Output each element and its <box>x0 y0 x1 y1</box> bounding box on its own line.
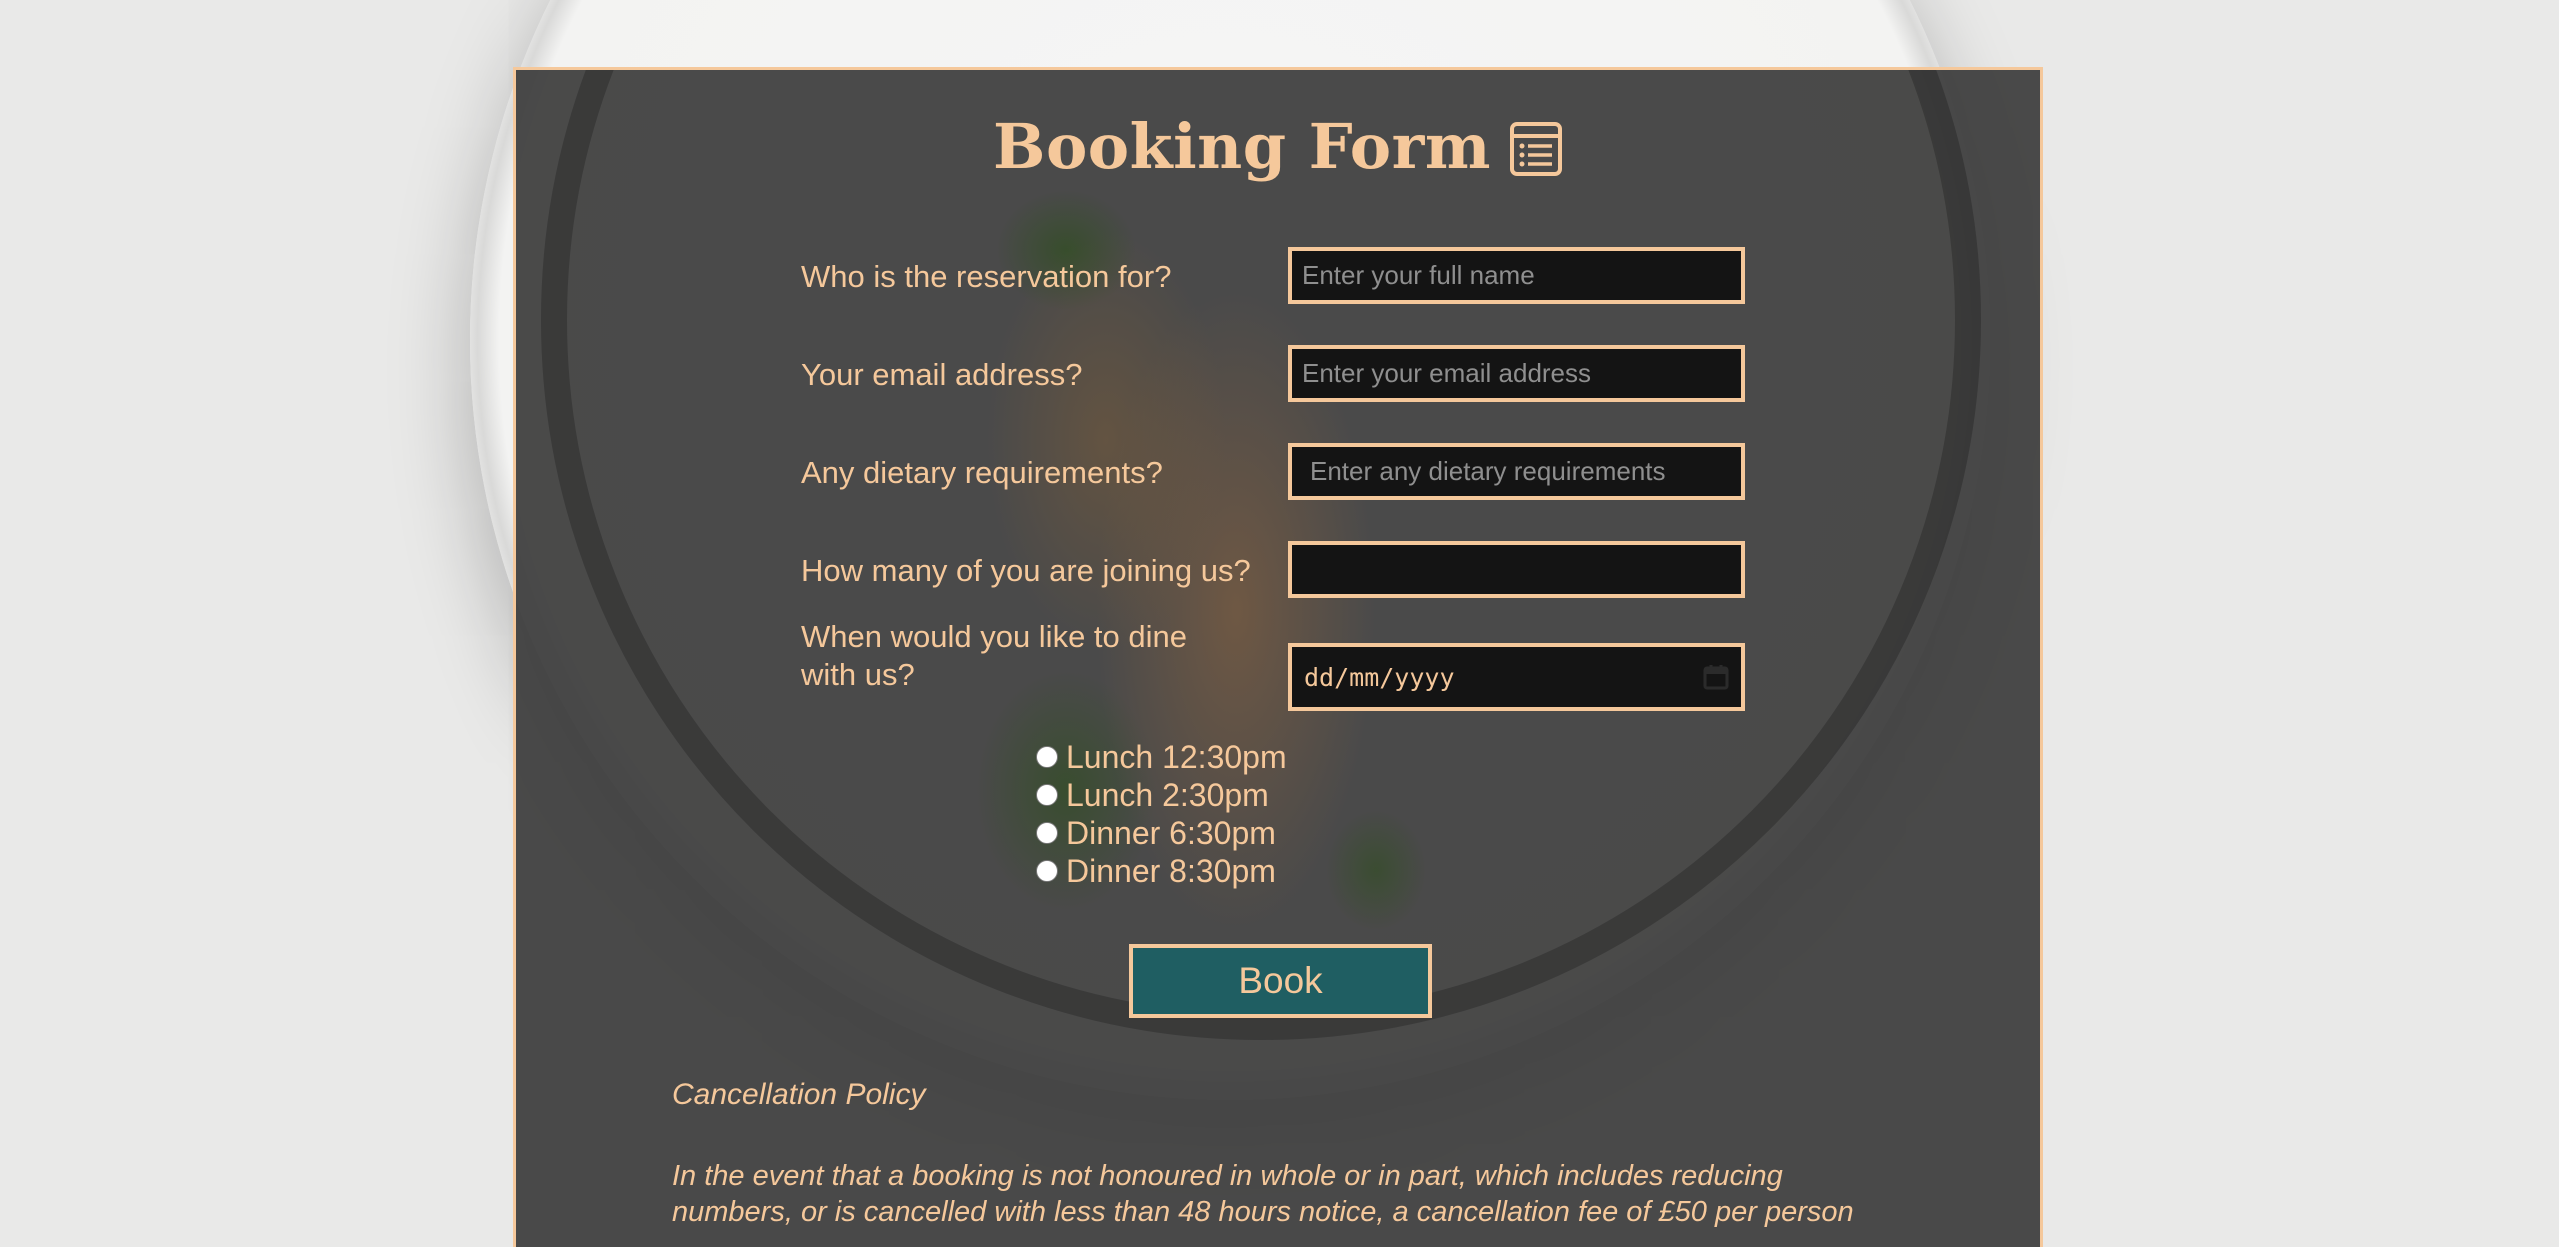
name-input[interactable] <box>1288 247 1745 304</box>
email-label: Your email address? <box>801 357 1083 392</box>
radio-button[interactable] <box>1036 860 1058 882</box>
time-option-lunch-1230[interactable]: Lunch 12:30pm <box>1036 738 1287 776</box>
radio-button[interactable] <box>1036 784 1058 806</box>
form-icon <box>1509 119 1563 176</box>
time-option-dinner-630[interactable]: Dinner 6:30pm <box>1036 814 1287 852</box>
policy-text: In the event that a booking is not honou… <box>672 1160 1854 1228</box>
radio-button[interactable] <box>1036 822 1058 844</box>
time-option-label: Lunch 2:30pm <box>1066 776 1269 813</box>
time-options: Lunch 12:30pm Lunch 2:30pm Dinner 6:30pm… <box>1036 738 1287 890</box>
plate-rim-image <box>541 70 1981 1040</box>
title-text: Booking Form <box>993 110 1491 183</box>
email-input[interactable] <box>1288 345 1745 402</box>
book-button[interactable]: Book <box>1129 944 1432 1018</box>
policy-title: Cancellation Policy <box>672 1078 926 1111</box>
date-label: When would you like to dine with us? <box>801 619 1188 692</box>
time-option-label: Dinner 8:30pm <box>1066 852 1276 889</box>
date-input[interactable]: dd/mm/yyyy <box>1288 643 1745 711</box>
time-option-lunch-230[interactable]: Lunch 2:30pm <box>1036 776 1287 814</box>
dietary-label: Any dietary requirements? <box>801 455 1163 490</box>
dietary-input[interactable] <box>1288 443 1745 500</box>
date-placeholder: dd/mm/yyyy <box>1304 662 1455 692</box>
booking-card: Booking Form Who is the reservation for?… <box>513 67 2043 1247</box>
calendar-icon[interactable] <box>1703 664 1729 690</box>
time-option-dinner-830[interactable]: Dinner 8:30pm <box>1036 852 1287 890</box>
time-option-label: Dinner 6:30pm <box>1066 814 1276 851</box>
guests-input[interactable] <box>1288 541 1745 598</box>
radio-button[interactable] <box>1036 746 1058 768</box>
page-title: Booking Form <box>516 110 2040 183</box>
time-option-label: Lunch 12:30pm <box>1066 738 1287 775</box>
guests-label: How many of you are joining us? <box>801 553 1251 588</box>
name-label: Who is the reservation for? <box>801 259 1172 294</box>
